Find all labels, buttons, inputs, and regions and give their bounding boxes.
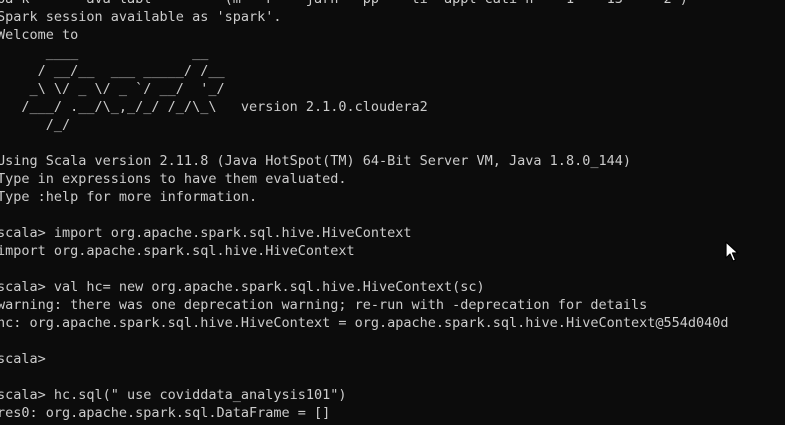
terminal-line: Welcome to [0, 27, 79, 43]
spark-logo-line: / __/__ ___ _____/ /__ [0, 63, 225, 79]
spark-logo-line: /_/ [0, 117, 71, 133]
terminal-line: res0: org.apache.spark.sql.DataFrame = [… [0, 405, 331, 421]
terminal-line: Type in expressions to have them evaluat… [0, 171, 347, 187]
spark-logo-line: /___/ .__/\_,_/_/ /_/\_\ version 2.1.0.c… [0, 99, 428, 115]
terminal-line: Spark session available as 'spark'. [0, 9, 282, 25]
spark-logo-line: _\ \/ _ \/ _ `/ __/ '_/ [0, 81, 225, 97]
terminal-window[interactable]: pa k ava labl (m r jarn pp ti appl cati … [0, 0, 785, 425]
terminal-warning-line: warning: there was one deprecation warni… [0, 297, 648, 313]
terminal-line: pa k ava labl (m r jarn pp ti appl cati … [0, 0, 729, 8]
terminal-line: Using Scala version 2.11.8 (Java HotSpot… [0, 153, 631, 169]
spark-logo-line: ____ __ [0, 45, 209, 61]
terminal-line: Type :help for more information. [0, 189, 258, 205]
terminal-line: hc: org.apache.spark.sql.hive.HiveContex… [0, 315, 729, 331]
terminal-prompt-line: scala> [0, 351, 46, 367]
terminal-line: import org.apache.spark.sql.hive.HiveCon… [0, 243, 355, 259]
terminal-command-line: scala> hc.sql(" use coviddata_analysis10… [0, 387, 347, 403]
terminal-output: pa k ava labl (m r jarn pp ti appl cati … [0, 0, 729, 422]
terminal-command-line: scala> import org.apache.spark.sql.hive.… [0, 225, 412, 241]
terminal-command-line: scala> val hc= new org.apache.spark.sql.… [0, 279, 485, 295]
arrow-cursor-icon [725, 241, 739, 262]
